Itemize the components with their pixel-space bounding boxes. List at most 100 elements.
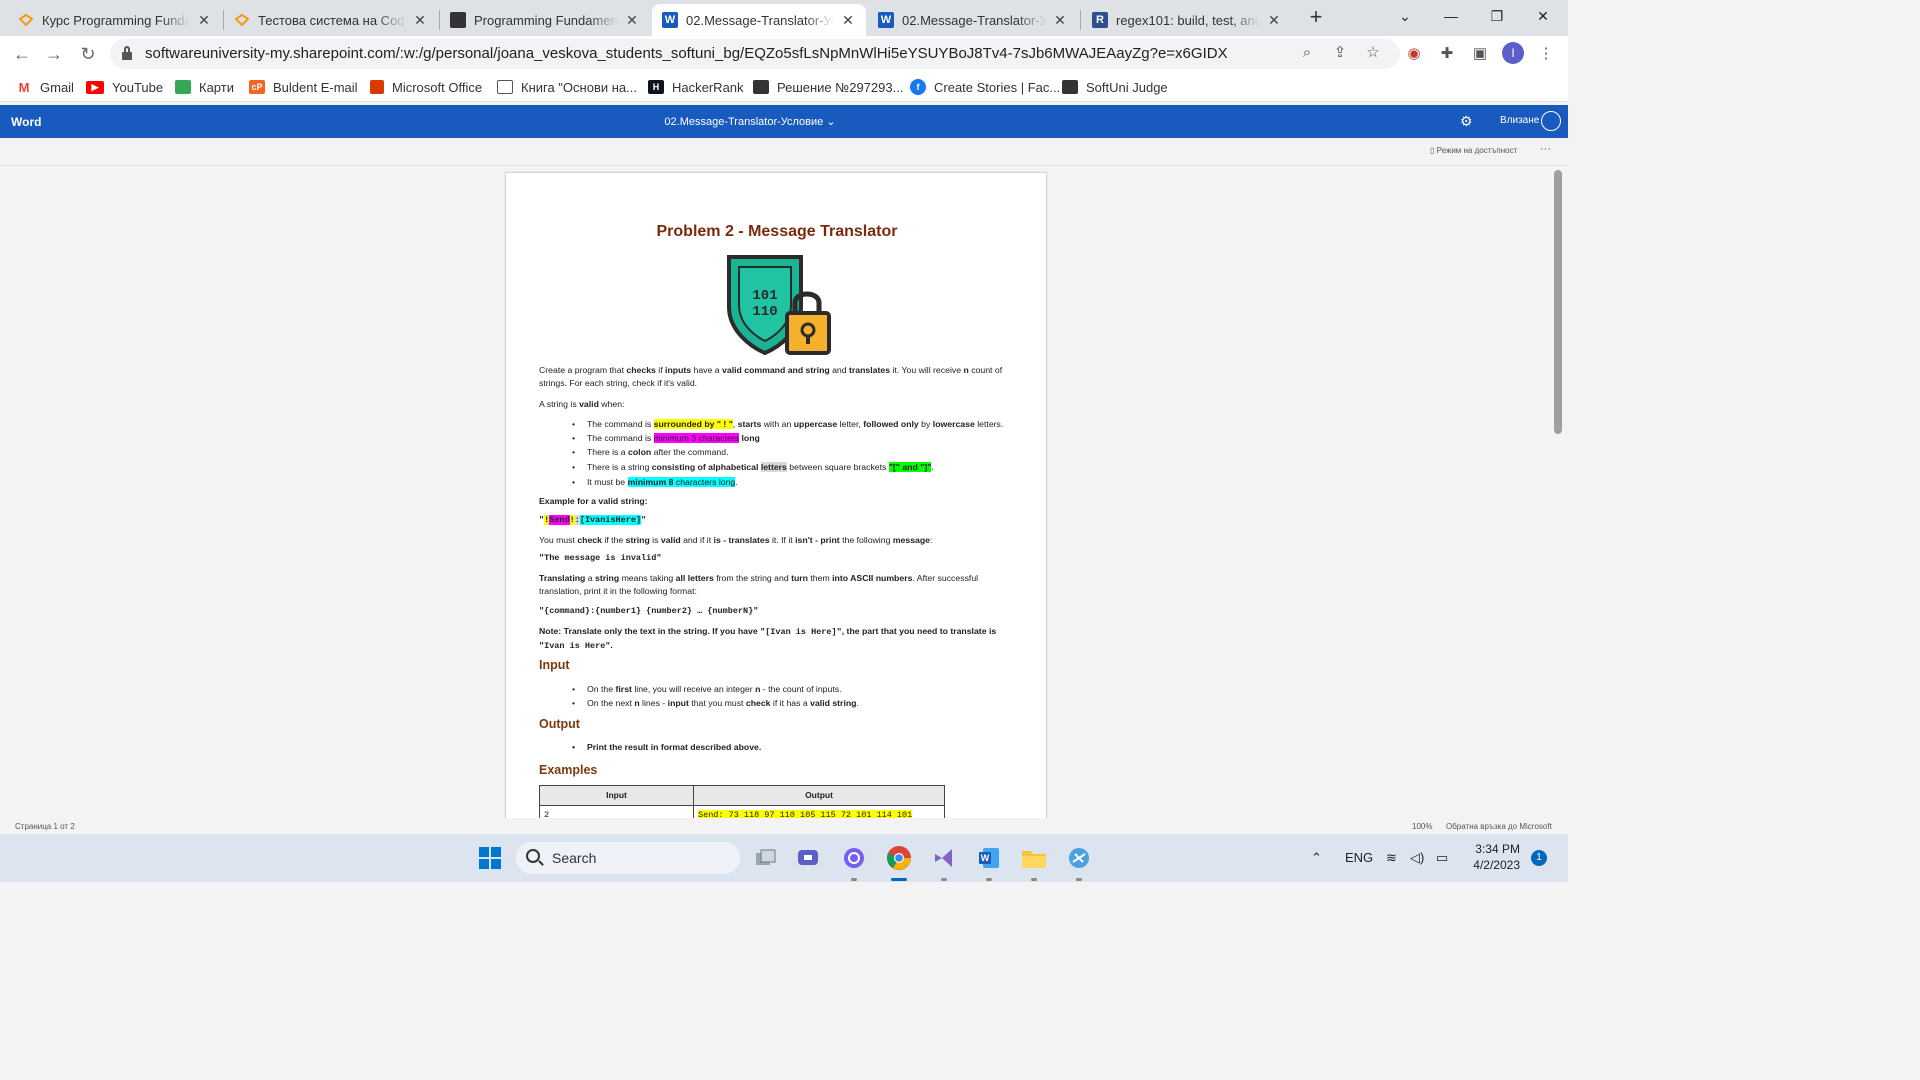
zoom-icon[interactable]: ⌕: [1298, 44, 1316, 62]
language-indicator[interactable]: ENG: [1345, 850, 1373, 865]
example-label: Example for a valid string:: [539, 496, 648, 506]
task-view-icon[interactable]: [750, 842, 782, 874]
user-icon[interactable]: [1541, 111, 1561, 131]
bookmark-gmail[interactable]: M Gmail: [16, 77, 74, 97]
app-running-indicator: [941, 878, 947, 881]
close-icon[interactable]: ✕: [1052, 12, 1068, 29]
tab-message-translator-active[interactable]: W 02.Message-Translator-Усл ✕: [652, 4, 866, 36]
profile-avatar[interactable]: I: [1502, 42, 1524, 64]
chrome-icon[interactable]: [883, 842, 915, 874]
new-tab-button[interactable]: +: [1302, 6, 1330, 30]
extensions-puzzle-icon[interactable]: ✚: [1437, 44, 1457, 64]
notification-badge[interactable]: 1: [1531, 850, 1547, 866]
invalid-message: "The message is invalid": [539, 553, 662, 563]
extension-adblock-icon[interactable]: ◉: [1404, 44, 1424, 64]
doc-title: Problem 2 - Message Translator: [656, 223, 898, 240]
visual-studio-icon[interactable]: [928, 842, 960, 874]
file-explorer-icon[interactable]: [1018, 842, 1050, 874]
close-icon[interactable]: ✕: [840, 12, 856, 29]
bookmark-book[interactable]: Книга "Основи на...: [497, 77, 637, 97]
shield-lock-icon: 101 110: [727, 255, 831, 356]
doc-title-text[interactable]: 02.Message-Translator-Условие: [664, 116, 823, 128]
list-item: The command is minimum 3 characters long: [572, 432, 1017, 445]
tab-regex101[interactable]: R regex101: build, test, and d ✕: [1082, 4, 1292, 36]
bookmark-label: Microsoft Office: [392, 79, 483, 95]
windows-start-icon[interactable]: [474, 842, 506, 874]
bookmark-facebook[interactable]: f Create Stories | Fac...: [910, 77, 1060, 97]
lock-icon[interactable]: [122, 46, 132, 60]
volume-icon[interactable]: ◁): [1410, 850, 1424, 866]
word-taskbar-icon[interactable]: W: [973, 842, 1005, 874]
close-icon[interactable]: ✕: [412, 12, 428, 29]
svg-text:101: 101: [752, 288, 777, 304]
more-options-icon[interactable]: ···: [1540, 143, 1551, 155]
forward-button[interactable]: →: [42, 42, 66, 66]
share-icon[interactable]: ⇪: [1331, 44, 1349, 62]
sign-in-link[interactable]: Влизане: [1500, 115, 1539, 126]
table-header-input: Input: [539, 785, 694, 806]
tab-message-translator[interactable]: W 02.Message-Translator-Усл ✕: [868, 4, 1078, 36]
tab-test-system[interactable]: Тестова система на СофтУ ✕: [224, 4, 438, 36]
tab-title: regex101: build, test, and d: [1116, 12, 1260, 28]
minimize-button[interactable]: —: [1428, 4, 1474, 30]
bookmark-softuni-judge[interactable]: SoftUni Judge: [1062, 77, 1168, 97]
wifi-icon[interactable]: ≋: [1386, 850, 1397, 866]
bookmark-office[interactable]: Microsoft Office: [370, 77, 482, 97]
mail-icon: cP: [249, 80, 265, 94]
bookmark-hackerrank[interactable]: H HackerRank: [648, 77, 744, 97]
feedback-link[interactable]: Обратна връзка до Microsoft: [1446, 822, 1552, 831]
bookmark-label: Карти: [199, 79, 234, 95]
list-item: There is a string consisting of alphabet…: [572, 461, 1017, 474]
document-title[interactable]: 02.Message-Translator-Условие ⌄: [0, 115, 1500, 128]
close-icon[interactable]: ✕: [196, 12, 212, 29]
viber-icon[interactable]: [838, 842, 870, 874]
battery-icon[interactable]: ▭: [1436, 850, 1448, 866]
list-item: There is a colon after the command.: [572, 446, 1017, 459]
close-icon[interactable]: ✕: [624, 12, 640, 29]
bookmark-youtube[interactable]: ▶ YouTube: [86, 77, 163, 97]
folder-icon: [753, 80, 769, 94]
office-icon: [370, 80, 384, 94]
gear-icon[interactable]: ⚙: [1460, 113, 1473, 130]
valid-when-text: A string is valid when:: [539, 399, 625, 409]
side-panel-icon[interactable]: ▣: [1470, 44, 1490, 64]
url-text[interactable]: softwareuniversity-my.sharepoint.com/:w:…: [145, 45, 1228, 62]
document-page[interactable]: Problem 2 - Message Translator 101 110 C…: [505, 172, 1047, 818]
menu-kebab-icon[interactable]: ⋮: [1536, 44, 1556, 64]
bookmark-maps[interactable]: Карти: [175, 77, 234, 97]
accessibility-mode-button[interactable]: ▯ Режим на достъпност: [1430, 146, 1517, 155]
clock-time: 3:34 PM: [1475, 842, 1520, 856]
teams-chat-icon[interactable]: [793, 842, 825, 874]
list-item: Print the result in format described abo…: [572, 741, 1017, 754]
table-header-output: Output: [693, 785, 945, 806]
list-item: On the next n lines - input that you mus…: [572, 697, 1017, 710]
back-button[interactable]: ←: [10, 42, 34, 66]
bookmark-buldent[interactable]: cP Buldent E-mail: [249, 77, 358, 97]
document-canvas[interactable]: Problem 2 - Message Translator 101 110 C…: [0, 166, 1568, 818]
chevron-down-icon[interactable]: ⌄: [826, 116, 835, 128]
softuni-icon: [234, 12, 250, 28]
restore-button[interactable]: ❐: [1474, 4, 1520, 30]
reload-button[interactable]: ↻: [76, 42, 100, 66]
bookmark-solution[interactable]: Решение №297293...: [753, 77, 903, 97]
address-bar[interactable]: softwareuniversity-my.sharepoint.com/:w:…: [110, 39, 1400, 69]
tab-course[interactable]: Курс Programming Fundam ✕: [8, 4, 222, 36]
show-hidden-icons-chevron-icon[interactable]: ⌃: [1311, 850, 1322, 866]
maps-icon: [175, 80, 191, 94]
table-cell-input: 2: [539, 805, 694, 818]
examples-heading: Examples: [539, 763, 598, 777]
close-window-button[interactable]: ✕: [1520, 4, 1566, 30]
list-item: The command is surrounded by " ! ", star…: [572, 418, 1017, 431]
clock[interactable]: 3:34 PM 4/2/2023: [1472, 841, 1520, 873]
tab-programming-fundamentals[interactable]: Programming Fundamental ✕: [440, 4, 650, 36]
zoom-level[interactable]: 100%: [1412, 822, 1432, 831]
network-app-icon[interactable]: [1063, 842, 1095, 874]
app-running-indicator: [986, 878, 992, 881]
tab-search-chevron-icon[interactable]: ⌄: [1382, 4, 1428, 30]
taskbar-search[interactable]: Search: [516, 842, 740, 874]
bookmark-star-icon[interactable]: ☆: [1364, 44, 1382, 62]
facebook-icon: f: [910, 79, 926, 95]
vertical-scrollbar[interactable]: [1554, 170, 1562, 434]
output-heading: Output: [539, 717, 580, 731]
close-icon[interactable]: ✕: [1266, 12, 1282, 29]
